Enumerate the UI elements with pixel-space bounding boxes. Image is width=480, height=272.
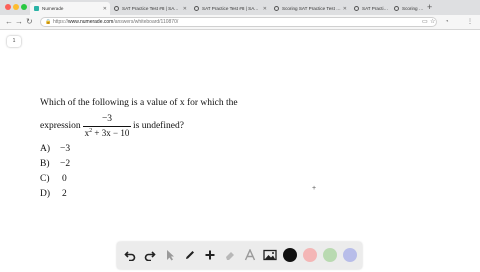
choice-a: A) −3 bbox=[40, 144, 70, 154]
pointer-icon[interactable] bbox=[162, 247, 178, 263]
choice-letter: B) bbox=[40, 159, 50, 169]
question-line-1: Which of the following is a value of x f… bbox=[40, 98, 238, 108]
fraction-numerator: −3 bbox=[101, 114, 113, 124]
fraction-denominator: x2 + 3x − 10 bbox=[84, 128, 130, 138]
choice-d: D) 2 bbox=[40, 189, 67, 199]
undo-icon[interactable] bbox=[122, 247, 138, 263]
choice-value: 0 bbox=[62, 174, 67, 184]
tab-sat-practice-5[interactable]: SAT Practice Test #5 | SAT Sui bbox=[350, 2, 390, 15]
cast-icon[interactable]: ▭ bbox=[422, 18, 428, 26]
redo-icon[interactable] bbox=[142, 247, 158, 263]
menu-icon[interactable]: ⋮ bbox=[467, 18, 473, 26]
question-line-2-prefix: expression bbox=[40, 121, 81, 131]
tab-scoring-sat-8[interactable]: Scoring SAT Practice Test #8 | ✕ bbox=[270, 2, 350, 15]
text-icon[interactable] bbox=[242, 247, 258, 263]
url-path: /answers/whiteboard/110870/ bbox=[113, 19, 179, 25]
college-board-favicon-icon bbox=[274, 6, 279, 11]
new-tab-button[interactable]: + bbox=[427, 2, 432, 13]
tab-label: Scoring SAT Practice Test #8 | bbox=[282, 6, 341, 11]
browser-toolbar: ← → ↻ 🔒 https://www.numerade.com/answers… bbox=[0, 15, 480, 30]
tab-label: Numerade bbox=[42, 6, 64, 11]
college-board-favicon-icon bbox=[114, 6, 119, 11]
bookmark-star-icon[interactable]: ☆ bbox=[430, 18, 435, 26]
tab-sat-practice-8-b[interactable]: SAT Practice Test #8 | SAT Sui ✕ bbox=[190, 2, 270, 15]
minimize-window-button[interactable] bbox=[13, 4, 19, 10]
college-board-favicon-icon bbox=[354, 6, 359, 11]
image-icon[interactable] bbox=[262, 247, 278, 263]
url-scheme: https:// bbox=[53, 19, 69, 25]
choice-letter: A) bbox=[40, 144, 51, 154]
choice-letter: C) bbox=[40, 174, 50, 184]
college-board-favicon-icon bbox=[394, 6, 399, 11]
whiteboard-toolbar bbox=[117, 242, 362, 269]
reload-button[interactable]: ↻ bbox=[26, 17, 33, 27]
college-board-favicon-icon bbox=[194, 6, 199, 11]
color-green-swatch[interactable] bbox=[323, 248, 337, 262]
fraction-bar bbox=[83, 126, 131, 127]
question-line-2-suffix: is undefined? bbox=[133, 121, 184, 131]
tab-label: SAT Practice Test #8 | SAT Sui bbox=[202, 6, 261, 11]
color-pink-swatch[interactable] bbox=[303, 248, 317, 262]
tab-scoring-sat-5[interactable]: Scoring SAT Practice Test 5 | S bbox=[390, 2, 425, 15]
crosshair-cursor-icon: + bbox=[312, 185, 317, 192]
color-black-swatch[interactable] bbox=[283, 248, 297, 262]
choice-value: −3 bbox=[60, 144, 71, 154]
url-host: www.numerade.com bbox=[68, 19, 114, 25]
choice-b: B) −2 bbox=[40, 159, 70, 169]
browser-window: Numerade ✕ SAT Practice Test #8 | SAT Su… bbox=[0, 0, 480, 272]
add-icon[interactable] bbox=[202, 247, 218, 263]
pen-icon[interactable] bbox=[182, 247, 198, 263]
extension-icon[interactable]: ◔ bbox=[445, 18, 449, 26]
tab-close-icon[interactable]: ✕ bbox=[343, 6, 347, 12]
tab-sat-practice-8[interactable]: SAT Practice Test #8 | SAT Sui ✕ bbox=[110, 2, 190, 15]
tab-label: Scoring SAT Practice Test 5 | S bbox=[402, 6, 425, 11]
address-bar[interactable]: 🔒 https://www.numerade.com/answers/white… bbox=[40, 17, 437, 27]
choice-c: C) 0 bbox=[40, 174, 67, 184]
maximize-window-button[interactable] bbox=[21, 4, 27, 10]
close-window-button[interactable] bbox=[5, 4, 11, 10]
tab-numerade[interactable]: Numerade ✕ bbox=[30, 2, 110, 15]
color-blue-swatch[interactable] bbox=[343, 248, 357, 262]
tab-label: SAT Practice Test #8 | SAT Sui bbox=[122, 6, 181, 11]
tab-close-icon[interactable]: ✕ bbox=[103, 6, 107, 12]
tab-close-icon[interactable]: ✕ bbox=[263, 6, 267, 12]
forward-button[interactable]: → bbox=[15, 17, 23, 27]
tab-label: SAT Practice Test #5 | SAT Sui bbox=[362, 6, 390, 11]
tab-strip: Numerade ✕ SAT Practice Test #8 | SAT Su… bbox=[0, 0, 480, 16]
choice-letter: D) bbox=[40, 189, 51, 199]
page-number-badge[interactable]: 1 bbox=[7, 36, 21, 47]
choice-value: −2 bbox=[60, 159, 71, 169]
numerade-favicon-icon bbox=[34, 6, 39, 11]
eraser-icon[interactable] bbox=[222, 247, 238, 263]
tab-close-icon[interactable]: ✕ bbox=[183, 6, 187, 12]
back-button[interactable]: ← bbox=[5, 17, 13, 27]
lock-icon: 🔒 bbox=[45, 19, 52, 25]
choice-value: 2 bbox=[62, 189, 67, 199]
